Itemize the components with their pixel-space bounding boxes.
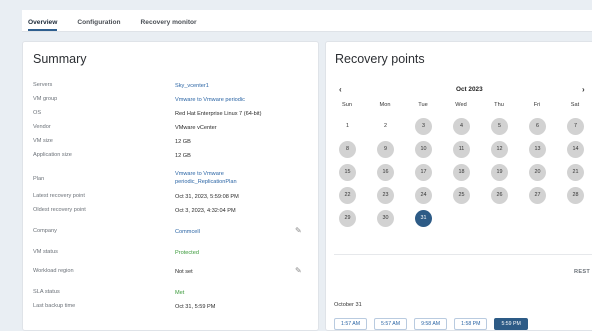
calendar-day[interactable]: 25 — [453, 187, 470, 204]
calendar-day[interactable]: 6 — [529, 118, 546, 135]
time-slot-button[interactable]: 1:58 PM — [454, 318, 488, 330]
workload-region-label: Workload region — [33, 268, 74, 274]
calendar-day[interactable]: 19 — [491, 164, 508, 181]
calendar-day[interactable]: 15 — [339, 164, 356, 181]
os-label: OS — [33, 110, 42, 116]
company-label: Company — [33, 228, 57, 234]
calendar-header: ‹ Oct 2023 › — [334, 85, 592, 96]
calendar-day[interactable]: 28 — [567, 187, 584, 204]
workload-region-value: Not set — [175, 269, 193, 275]
latest-recovery-point-label: Latest recovery point — [33, 193, 85, 199]
calendar-day[interactable]: 24 — [415, 187, 432, 204]
vm-size-label: VM size — [33, 138, 53, 144]
time-slot-button[interactable]: 9:58 AM — [414, 318, 448, 330]
application-size-value: 12 GB — [175, 153, 191, 159]
calendar-day[interactable]: 23 — [377, 187, 394, 204]
sla-status-value: Met — [175, 290, 185, 296]
vendor-label: Vendor — [33, 124, 51, 130]
oldest-recovery-point-label: Oldest recovery point — [33, 207, 86, 213]
selected-date-label: October 31 — [334, 302, 362, 308]
calendar-day[interactable]: 16 — [377, 164, 394, 181]
recovery-points-title: Recovery points — [335, 52, 425, 66]
calendar-day[interactable]: 3 — [415, 118, 432, 135]
servers-link[interactable]: Sky_vcenter1 — [175, 82, 209, 90]
edit-company-pencil-icon[interactable]: ✎ — [295, 226, 302, 235]
tab-configuration[interactable]: Configuration — [77, 19, 120, 31]
last-backup-time-value: Oct 31, 5:59 PM — [175, 304, 216, 310]
calendar-day[interactable]: 4 — [453, 118, 470, 135]
calendar-day[interactable]: 29 — [339, 210, 356, 227]
vm-group-link[interactable]: Vmware to Vmware periodic — [175, 96, 245, 104]
weekday-label: Mon — [379, 102, 391, 108]
chevron-left-icon[interactable]: ‹ — [339, 85, 342, 94]
calendar-day[interactable]: 18 — [453, 164, 470, 181]
oldest-recovery-point-value: Oct 3, 2023, 4:32:04 PM — [175, 208, 236, 214]
weekday-label: Fri — [533, 102, 541, 108]
calendar-day[interactable]: 9 — [377, 141, 394, 158]
calendar-day[interactable]: 11 — [453, 141, 470, 158]
calendar-day[interactable]: 21 — [567, 164, 584, 181]
calendar-day[interactable]: 12 — [491, 141, 508, 158]
chevron-right-icon[interactable]: › — [582, 85, 585, 94]
calendar-day[interactable]: 20 — [529, 164, 546, 181]
calendar-day[interactable]: 30 — [377, 210, 394, 227]
last-backup-time-label: Last backup time — [33, 303, 76, 309]
calendar-day: 2 — [384, 123, 387, 129]
plan-name-line2: periodic_ReplicationPlan — [175, 179, 237, 185]
calendar-day: 1 — [346, 123, 349, 129]
calendar-month: Oct 2023 — [456, 86, 483, 93]
calendar-day[interactable]: 10 — [415, 141, 432, 158]
calendar-day[interactable]: 17 — [415, 164, 432, 181]
vm-status-value: Protected — [175, 250, 199, 256]
company-link[interactable]: Commcell — [175, 228, 200, 236]
calendar-day[interactable]: 8 — [339, 141, 356, 158]
tab-bar: Overview Configuration Recovery monitor — [22, 10, 592, 32]
time-slot-button-selected[interactable]: 5:59 PM — [494, 318, 528, 330]
servers-label: Servers — [33, 82, 53, 88]
application-size-label: Application size — [33, 152, 72, 158]
plan-link[interactable]: Vmware to Vmware periodic_ReplicationPlan — [175, 170, 237, 186]
calendar-day[interactable]: 7 — [567, 118, 584, 135]
divider — [334, 254, 592, 255]
weekday-label: Sat — [570, 102, 580, 108]
calendar-day[interactable]: 26 — [491, 187, 508, 204]
latest-recovery-point-value: Oct 31, 2023, 5:59:08 PM — [175, 194, 239, 200]
time-slot-button[interactable]: 5:57 AM — [374, 318, 408, 330]
vm-size-value: 12 GB — [175, 139, 191, 145]
calendar-day[interactable]: 27 — [529, 187, 546, 204]
calendar-day-selected[interactable]: 31 — [415, 210, 432, 227]
restore-button[interactable]: REST — [574, 269, 590, 275]
weekday-label: Tue — [418, 102, 428, 108]
weekday-label: Wed — [455, 102, 467, 108]
summary-panel: Summary Servers Sky_vcenter1 VM group Vm… — [22, 41, 319, 331]
os-value: Red Hat Enterprise Linux 7 (64-bit) — [175, 111, 262, 117]
calendar-day[interactable]: 14 — [567, 141, 584, 158]
plan-name-line1: Vmware to Vmware — [175, 171, 224, 177]
edit-workload-region-pencil-icon[interactable]: ✎ — [295, 266, 302, 275]
calendar-day[interactable]: 5 — [491, 118, 508, 135]
recovery-time-list: 1:57 AM 5:57 AM 9:58 AM 1:58 PM 5:59 PM — [334, 318, 535, 330]
tab-recovery-monitor[interactable]: Recovery monitor — [141, 19, 197, 31]
summary-title: Summary — [33, 52, 87, 66]
vendor-value: VMware vCenter — [175, 125, 217, 131]
vm-group-label: VM group — [33, 96, 58, 102]
calendar-day[interactable]: 13 — [529, 141, 546, 158]
weekday-label: Sun — [342, 102, 352, 108]
tab-overview[interactable]: Overview — [28, 19, 58, 31]
time-slot-button[interactable]: 1:57 AM — [334, 318, 368, 330]
calendar-day[interactable]: 22 — [339, 187, 356, 204]
sla-status-label: SLA status — [33, 289, 60, 295]
weekday-label: Thu — [494, 102, 504, 108]
vm-status-label: VM status — [33, 249, 58, 255]
plan-label: Plan — [33, 176, 45, 182]
recovery-points-panel: Recovery points ‹ Oct 2023 › Sun Mon Tue We… — [325, 41, 592, 331]
